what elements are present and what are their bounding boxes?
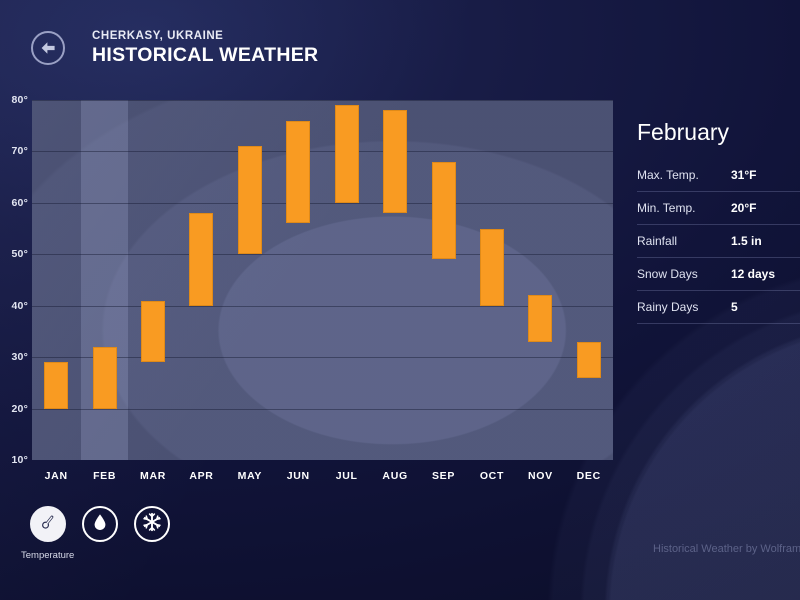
weather-app: CHERKASY, UKRAINE HISTORICAL WEATHER 10°… <box>0 0 800 600</box>
x-axis-tick-label[interactable]: SEP <box>419 470 469 482</box>
panel-month-title: February <box>637 119 730 145</box>
gridline <box>32 100 613 101</box>
chart-bar[interactable] <box>334 105 359 203</box>
attribution-text: Historical Weather by Wolfram|Alp <box>653 543 800 555</box>
chart-bar[interactable] <box>286 120 311 224</box>
arrow-left-icon <box>39 41 57 55</box>
x-axis-tick-label[interactable]: MAR <box>128 470 178 482</box>
panel-stat-value: 1.5 in <box>731 234 762 248</box>
panel-stat-label: Rainy Days <box>637 300 699 314</box>
panel-stat-label: Max. Temp. <box>637 168 699 182</box>
thermometer-icon <box>38 512 58 537</box>
app-header: CHERKASY, UKRAINE HISTORICAL WEATHER <box>0 0 800 88</box>
x-axis-tick-label[interactable]: APR <box>176 470 226 482</box>
x-axis-tick-label[interactable]: NOV <box>515 470 565 482</box>
panel-stat-value: 12 days <box>731 267 776 281</box>
chart-plot-area <box>32 100 613 460</box>
back-button[interactable] <box>31 31 65 65</box>
panel-stat-row: Rainy Days 5 <box>637 291 800 324</box>
gridline <box>32 305 613 307</box>
x-axis-tick-label[interactable]: JAN <box>31 470 81 482</box>
chart-bar[interactable] <box>92 346 117 409</box>
panel-stat-list: Max. Temp. 31°F Min. Temp. 20°F Rainfall 1.5 … <box>637 159 800 324</box>
panel-stat-row: Snow Days 12 days <box>637 258 800 291</box>
month-detail-panel: February Max. Temp. 31°F Min. Temp. 20°F Rai… <box>637 118 800 324</box>
y-axis-tick-label: 60° <box>11 196 28 209</box>
y-axis-tick-label: 20° <box>11 402 28 415</box>
x-axis-tick-label[interactable]: OCT <box>467 470 517 482</box>
raindrop-icon <box>92 513 108 536</box>
x-axis-tick-label[interactable]: MAY <box>225 470 275 482</box>
temperature-chart: 10° 20° 30° 40° 50° 60° 70° 80° JAN FEB MAR APR MAY… <box>0 92 620 492</box>
x-axis-tick-label[interactable]: JUL <box>322 470 372 482</box>
chart-bar[interactable] <box>189 213 214 306</box>
y-axis-tick-label: 30° <box>11 351 28 364</box>
y-axis-tick-label: 80° <box>11 94 28 106</box>
y-axis-tick-label: 10° <box>11 454 28 466</box>
y-axis-tick-label: 50° <box>11 248 28 261</box>
x-axis-tick-label[interactable]: JUN <box>273 470 323 482</box>
panel-stat-value: 31°F <box>731 168 757 182</box>
snowflake-icon <box>142 512 162 537</box>
gridline <box>32 408 613 410</box>
panel-stat-value: 20°F <box>731 201 757 215</box>
panel-stat-label: Rainfall <box>637 234 678 248</box>
x-axis-tick-label[interactable]: FEB <box>80 470 130 482</box>
chart-bar[interactable] <box>576 341 601 378</box>
metric-button-snow[interactable] <box>134 506 170 542</box>
gridline <box>32 254 613 256</box>
metric-caption: Temperature <box>21 550 75 561</box>
chart-bar[interactable] <box>237 146 262 255</box>
page-title: HISTORICAL WEATHER <box>92 44 319 66</box>
chart-bar[interactable] <box>431 161 456 260</box>
chart-bar[interactable] <box>479 228 504 306</box>
metric-button-temperature[interactable] <box>30 506 66 542</box>
chart-bar[interactable] <box>44 362 69 409</box>
panel-stat-label: Snow Days <box>637 267 698 281</box>
x-axis-tick-label[interactable]: DEC <box>564 470 614 482</box>
panel-stat-row: Max. Temp. 31°F <box>637 159 800 192</box>
y-axis-tick-label: 40° <box>11 299 28 312</box>
panel-stat-label: Min. Temp. <box>637 201 696 215</box>
gridline <box>32 357 613 359</box>
chart-bar[interactable] <box>141 300 166 363</box>
metric-button-rainfall[interactable] <box>82 506 118 542</box>
gridline <box>32 151 613 153</box>
chart-bar[interactable] <box>383 110 408 214</box>
title-block: CHERKASY, UKRAINE HISTORICAL WEATHER <box>92 29 318 67</box>
panel-stat-value: 5 <box>731 300 738 314</box>
location-label: CHERKASY, UKRAINE <box>92 30 224 42</box>
x-axis-tick-label[interactable]: AUG <box>370 470 420 482</box>
panel-stat-row: Rainfall 1.5 in <box>637 225 800 258</box>
y-axis-tick-label: 70° <box>11 145 28 158</box>
panel-stat-row: Min. Temp. 20°F <box>637 192 800 225</box>
gridline <box>32 202 613 204</box>
chart-bar[interactable] <box>528 295 553 342</box>
